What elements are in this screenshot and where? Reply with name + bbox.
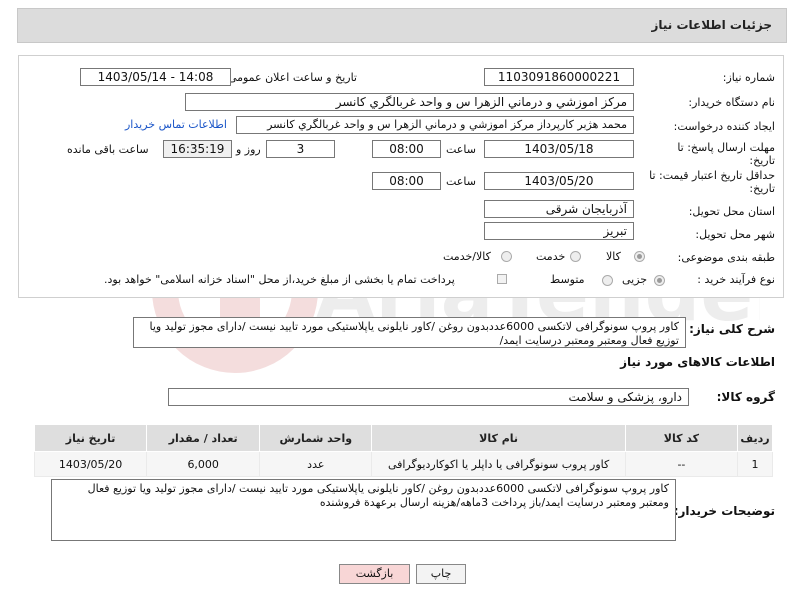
col-row: ردیف: [736, 424, 774, 452]
send-deadline-label-date: تاریخ:: [749, 154, 775, 167]
page-title: جزئیات اطلاعات نیاز: [651, 18, 772, 32]
purchase-type-radio-minor[interactable]: [654, 275, 665, 286]
back-button[interactable]: بازگشت: [339, 564, 410, 584]
col-quantity: تعداد / مقدار: [146, 424, 261, 452]
days-label: روز و: [236, 143, 261, 156]
goods-group-field: دارو، پزشکی و سلامت: [168, 388, 689, 406]
send-deadline-date-field: 1403/05/18: [484, 140, 634, 158]
page-header: جزئیات اطلاعات نیاز: [17, 8, 787, 43]
col-name: نام کالا: [371, 424, 626, 452]
goods-group-label: گروه کالا:: [716, 390, 775, 404]
time-remaining-field: 16:35:19: [163, 140, 232, 158]
purchase-type-label: نوع فرآیند خرید :: [697, 273, 775, 286]
province-field: آذربایجان شرقی: [484, 200, 634, 218]
send-deadline-label: مهلت ارسال پاسخ: تا: [677, 141, 775, 154]
summary-textarea[interactable]: کاور پروپ سونوگرافی لاتکسی 6000عددبدون ر…: [133, 317, 686, 348]
price-validity-time-field: 08:00: [372, 172, 441, 190]
category-option-goods-service: کالا/خدمت: [443, 250, 491, 263]
print-button[interactable]: چاپ: [416, 564, 466, 584]
category-option-goods: کالا: [606, 250, 621, 263]
requester-field: محمد هژبر کارپرداز مرکز اموزشي و درماني …: [236, 116, 634, 134]
cell-unit: عدد: [259, 451, 373, 477]
cell-need-date: 1403/05/20: [33, 451, 148, 477]
need-number-label: شماره نیاز:: [722, 71, 775, 84]
price-validity-label-date: تاریخ:: [749, 182, 775, 195]
cell-name: کاور پروب سونوگرافی یا داپلر یا اکوکاردی…: [371, 451, 626, 477]
buyer-notes-label: توضیحات خریدار:: [673, 504, 775, 518]
items-table: ردیف کد کالا نام کالا واحد شمارش تعداد /…: [33, 424, 774, 477]
buyer-notes-textarea[interactable]: کاور پروپ سونوگرافی لاتکسی 6000عددبدون ر…: [51, 479, 676, 541]
category-radio-goods-service[interactable]: [501, 251, 512, 262]
announce-datetime-field: 1403/05/14 - 14:08: [80, 68, 231, 86]
province-label: استان محل تحویل:: [688, 205, 775, 218]
cell-code: --: [624, 451, 738, 477]
days-remaining-field: 3: [266, 140, 335, 158]
send-deadline-time-label: ساعت: [446, 143, 476, 156]
purchase-type-option-minor: جزیی: [622, 273, 648, 286]
category-radio-service[interactable]: [570, 251, 581, 262]
purchase-type-radio-medium[interactable]: [602, 275, 613, 286]
treasury-payment-note: پرداخت تمام یا بخشی از مبلغ خرید،از محل …: [104, 273, 455, 286]
treasury-payment-checkbox[interactable]: [497, 274, 507, 284]
purchase-type-option-medium: متوسط: [550, 273, 585, 286]
price-validity-date-field: 1403/05/20: [484, 172, 634, 190]
send-deadline-time-field: 08:00: [372, 140, 441, 158]
col-unit: واحد شمارش: [259, 424, 373, 452]
time-remaining-label: ساعت باقی مانده: [67, 143, 149, 156]
category-label: طبقه بندی موضوعی:: [677, 251, 775, 264]
summary-label: شرح کلی نیاز:: [689, 322, 775, 336]
need-number-field: 1103091860000221: [484, 68, 634, 86]
col-code: کد کالا: [624, 424, 738, 452]
buyer-contact-link[interactable]: اطلاعات تماس خریدار: [125, 118, 227, 131]
cell-row: 1: [736, 451, 774, 477]
category-radio-goods[interactable]: [634, 251, 645, 262]
city-label: شهر محل تحویل:: [695, 228, 775, 241]
announce-datetime-label: تاریخ و ساعت اعلان عمومی:: [224, 71, 357, 84]
price-validity-time-label: ساعت: [446, 175, 476, 188]
buyer-org-label: نام دستگاه خریدار:: [688, 96, 775, 109]
price-validity-label: حداقل تاریخ اعتبار قیمت: تا: [649, 169, 775, 182]
items-table-header: ردیف کد کالا نام کالا واحد شمارش تعداد /…: [33, 424, 774, 452]
cell-quantity: 6,000: [146, 451, 261, 477]
table-row: 1 -- کاور پروب سونوگرافی یا داپلر یا اکو…: [33, 451, 774, 477]
col-need-date: تاریخ نیاز: [33, 424, 148, 452]
city-field: تبریز: [484, 222, 634, 240]
category-option-service: خدمت: [536, 250, 566, 263]
goods-section-title: اطلاعات کالاهای مورد نیاز: [620, 355, 775, 369]
requester-label: ایجاد کننده درخواست:: [673, 120, 775, 133]
buyer-org-field: مرکز اموزشي و درماني الزهرا س و واحد غرب…: [185, 93, 634, 111]
